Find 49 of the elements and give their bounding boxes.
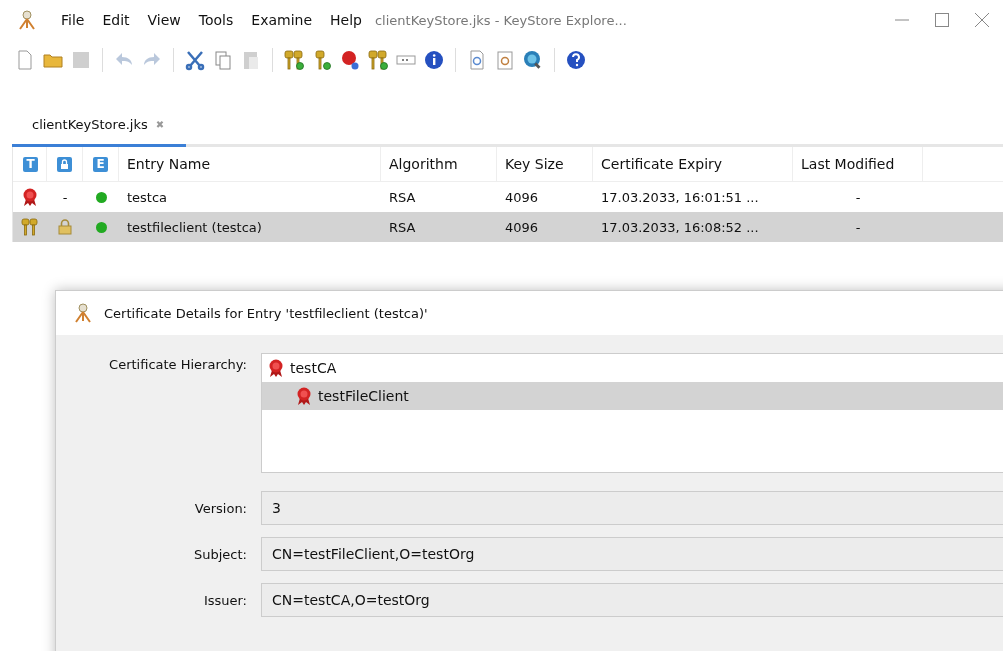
menu-item[interactable]: Examine	[242, 12, 322, 28]
menu-item[interactable]: Tools	[189, 12, 243, 28]
field-label: Certificate Hierarchy:	[109, 357, 247, 372]
table-cell-text: testfileclient (testca)	[126, 219, 263, 235]
text-field[interactable]: CN=testFileClient,O=testOrg	[261, 537, 1003, 571]
field-label: Version:	[194, 500, 247, 516]
table-cell-text: 4096	[504, 219, 540, 235]
text-field[interactable]: CN=testCA,O=testOrg	[261, 583, 1003, 617]
menu-item[interactable]: Help	[321, 12, 371, 28]
menu-item[interactable]: File	[52, 12, 94, 28]
app-logo-icon	[72, 302, 94, 324]
maximize-icon[interactable]	[935, 13, 949, 27]
table-cell-text: 17.03.2033, 16:08:52 ...	[600, 219, 760, 235]
window-title: clientKeyStore.jks - KeyStore Explore...	[374, 12, 627, 28]
table-cell-text: RSA	[388, 219, 417, 235]
clipboard-icon[interactable]	[494, 49, 516, 71]
column-header[interactable]: Certificate Expiry	[593, 147, 793, 181]
app-logo-icon	[16, 9, 38, 31]
field-label: Subject:	[194, 546, 247, 562]
help-icon[interactable]	[565, 49, 587, 71]
tab[interactable]: clientKeyStore.jks ✖	[12, 104, 187, 147]
menu-item[interactable]: Edit	[93, 12, 139, 28]
column-header[interactable]: Algorithm	[381, 147, 497, 181]
table-cell: -	[855, 219, 861, 235]
dialog-title: Certificate Details for Entry 'testfileclient (testca)'	[104, 305, 428, 321]
table-cell-text: 4096	[504, 189, 540, 205]
column-header[interactable]: Entry Name	[119, 147, 381, 181]
text-field[interactable]: 3	[261, 491, 1003, 525]
tree-item[interactable]: testFileClient	[262, 382, 1003, 410]
close-icon[interactable]	[975, 13, 989, 27]
table-row[interactable]: - testca RSA 4096 17.03.2033, 16:01:51 ... -	[13, 182, 1003, 212]
table-cell: -	[855, 189, 861, 205]
scissors-icon[interactable]	[184, 49, 206, 71]
copy-icon[interactable]	[212, 49, 234, 71]
tree-view[interactable]: testCA testFileClient	[261, 353, 1003, 473]
field-label: Issuer:	[203, 592, 247, 608]
keys-icon[interactable]	[367, 49, 389, 71]
menu-item[interactable]: View	[138, 12, 190, 28]
column-header[interactable]: Last Modified	[793, 147, 923, 181]
table-cell-text: RSA	[388, 189, 417, 205]
lock-icon	[57, 156, 72, 172]
table-cell-text: testca	[126, 189, 169, 205]
column-header[interactable]: Key Size	[497, 147, 593, 181]
tree-item[interactable]: testCA	[262, 354, 1003, 382]
info-icon[interactable]	[423, 49, 445, 71]
table-cell: -	[62, 189, 68, 205]
table-cell-text: 17.03.2033, 16:01:51 ...	[600, 189, 760, 205]
keys-icon[interactable]	[283, 49, 305, 71]
table-row[interactable]: testfileclient (testca) RSA 4096 17.03.2033, 16:08:52 ... -	[13, 212, 1003, 242]
